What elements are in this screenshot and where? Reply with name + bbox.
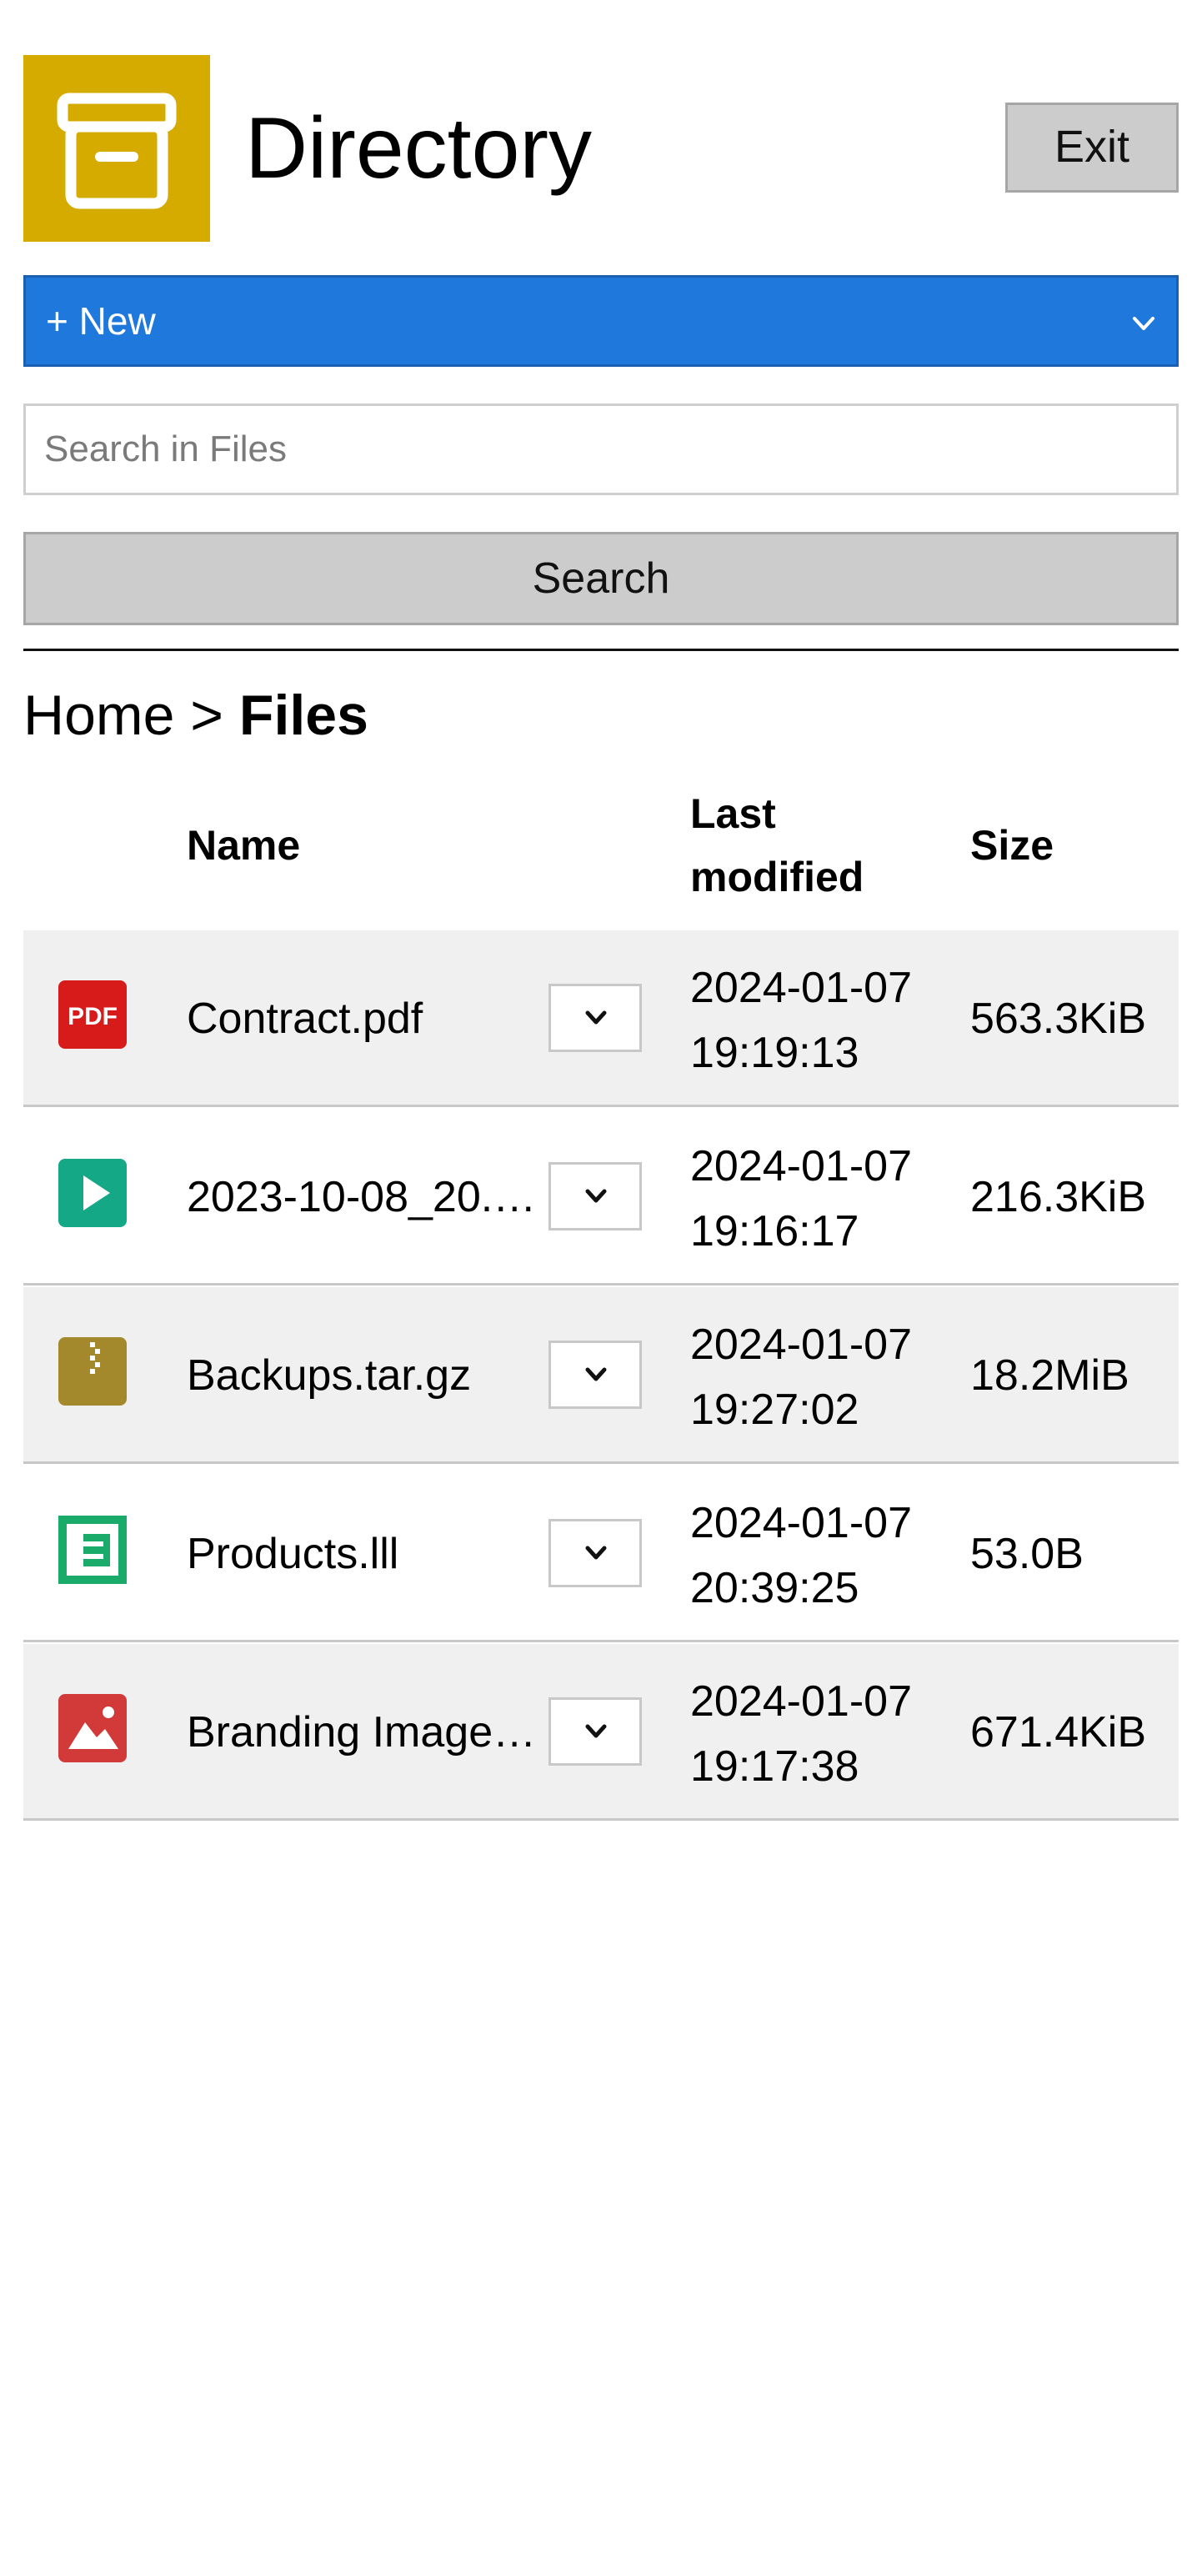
table-row[interactable]: PDF Contract.pdf 2024-01-07 19:19:13 563… — [23, 930, 1179, 1107]
file-modified-date: 2024-01-07 — [690, 1499, 912, 1547]
column-header-modified[interactable]: Last modified — [690, 782, 864, 909]
table-row[interactable]: Branding Image… 2024-01-07 19:17:38 671.… — [23, 1644, 1179, 1821]
table-row[interactable]: 2023-10-08_20.… 2024-01-07 19:16:17 216.… — [23, 1109, 1179, 1285]
chevron-down-icon — [585, 1367, 607, 1381]
column-header-name[interactable]: Name — [187, 814, 300, 877]
chevron-down-icon — [585, 1546, 607, 1560]
file-size: 216.3KiB — [970, 1173, 1147, 1221]
exit-button[interactable]: Exit — [1005, 103, 1179, 193]
file-name[interactable]: 2023-10-08_20.… — [187, 1167, 570, 1227]
file-name[interactable]: Products.lll — [187, 1524, 570, 1584]
page-title: Directory — [245, 100, 593, 197]
zip-archive-icon — [58, 1337, 127, 1406]
file-size: 53.0B — [970, 1530, 1084, 1578]
file-name[interactable]: Backups.tar.gz — [187, 1346, 570, 1406]
table-row[interactable]: Backups.tar.gz 2024-01-07 19:27:02 18.2M… — [23, 1287, 1179, 1464]
chevron-down-icon — [585, 1724, 607, 1738]
svg-text:PDF: PDF — [68, 1003, 118, 1030]
divider — [23, 649, 1179, 651]
file-modified-time: 20:39:25 — [690, 1564, 859, 1612]
breadcrumb-current: Files — [238, 684, 368, 747]
search-button[interactable]: Search — [23, 532, 1179, 625]
file-modified: 2024-01-07 19:27:02 — [690, 1312, 912, 1442]
file-name[interactable]: Branding Image… — [187, 1702, 570, 1762]
file-size: 671.4KiB — [970, 1708, 1147, 1757]
image-icon — [58, 1694, 127, 1762]
document-text-icon — [58, 1516, 127, 1584]
file-modified-time: 19:19:13 — [690, 1029, 859, 1077]
file-modified-date: 2024-01-07 — [690, 964, 912, 1012]
file-modified: 2024-01-07 19:19:13 — [690, 955, 912, 1085]
page: Directory Exit + New Search Home > Files… — [0, 0, 1202, 2576]
file-modified: 2024-01-07 19:17:38 — [690, 1669, 912, 1799]
file-actions-dropdown[interactable] — [548, 1162, 642, 1230]
column-header-size[interactable]: Size — [970, 814, 1054, 877]
breadcrumb-home[interactable]: Home — [23, 684, 174, 747]
chevron-down-icon — [1133, 317, 1154, 330]
file-modified-time: 19:17:38 — [690, 1742, 859, 1791]
search-input[interactable] — [23, 403, 1179, 495]
file-modified-date: 2024-01-07 — [690, 1142, 912, 1190]
file-size: 563.3KiB — [970, 995, 1147, 1043]
new-dropdown-label: + New — [46, 299, 156, 343]
file-size: 18.2MiB — [970, 1351, 1129, 1400]
table-row[interactable]: Products.lll 2024-01-07 20:39:25 53.0B — [23, 1466, 1179, 1642]
file-actions-dropdown[interactable] — [548, 1697, 642, 1766]
breadcrumb: Home > Files — [23, 682, 368, 749]
file-modified: 2024-01-07 19:16:17 — [690, 1134, 912, 1264]
file-modified-time: 19:16:17 — [690, 1207, 859, 1255]
file-actions-dropdown[interactable] — [548, 984, 642, 1052]
file-actions-dropdown[interactable] — [548, 1341, 642, 1409]
file-actions-dropdown[interactable] — [548, 1519, 642, 1587]
video-play-icon — [58, 1159, 127, 1227]
file-name[interactable]: Contract.pdf — [187, 989, 570, 1049]
archive-box-icon — [23, 55, 210, 242]
breadcrumb-separator: > — [190, 684, 224, 747]
table-header: Name Last modified Size — [23, 775, 1179, 929]
header: Directory Exit — [23, 55, 1179, 242]
column-header-modified-line2: modified — [690, 854, 864, 900]
pdf-icon: PDF — [58, 980, 127, 1049]
column-header-modified-line1: Last — [690, 790, 776, 837]
chevron-down-icon — [585, 1189, 607, 1203]
chevron-down-icon — [585, 1010, 607, 1025]
new-dropdown[interactable]: + New — [23, 275, 1179, 367]
file-modified-time: 19:27:02 — [690, 1386, 859, 1434]
file-modified-date: 2024-01-07 — [690, 1321, 912, 1369]
file-modified-date: 2024-01-07 — [690, 1677, 912, 1726]
file-modified: 2024-01-07 20:39:25 — [690, 1491, 912, 1621]
